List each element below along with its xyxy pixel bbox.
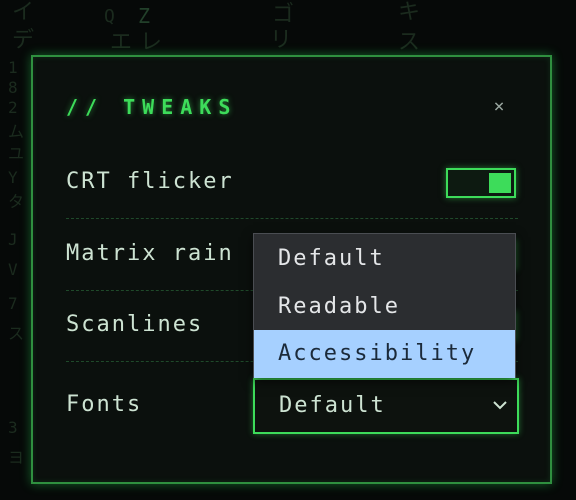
rain-glyph: 2 — [8, 98, 18, 117]
rain-glyph: ゴ — [272, 2, 295, 27]
rain-glyph: デ — [12, 28, 35, 53]
panel-title: // TWEAKS — [66, 95, 238, 119]
fonts-option-default[interactable]: Default — [254, 235, 515, 283]
rain-glyph: ス — [8, 324, 25, 343]
crt-flicker-toggle[interactable] — [446, 168, 516, 198]
rain-glyph: 1 — [8, 58, 18, 77]
matrix-rain-label: Matrix rain — [66, 241, 234, 266]
rain-glyph: ム — [8, 122, 25, 141]
rain-glyph: 8 — [8, 78, 18, 97]
fonts-option-readable[interactable]: Readable — [254, 283, 515, 331]
fonts-option-accessibility[interactable]: Accessibility — [254, 330, 515, 378]
rain-glyph: J — [8, 230, 18, 249]
rain-glyph: 7 — [8, 294, 18, 313]
rain-glyph: キ — [398, 0, 421, 25]
rain-glyph: Z — [138, 4, 151, 28]
rain-glyph: レ — [140, 30, 163, 55]
rain-glyph: イ — [12, 0, 35, 25]
rain-glyph: エ — [110, 30, 133, 55]
rain-glyph: リ — [270, 28, 293, 53]
rain-glyph: タ — [8, 192, 25, 211]
fonts-label: Fonts — [66, 392, 143, 417]
rain-glyph: ヨ — [8, 448, 25, 467]
fonts-select-value: Default — [279, 393, 386, 418]
fonts-select[interactable]: Default — [253, 378, 519, 434]
rain-glyph: Y — [8, 168, 18, 187]
scanlines-label: Scanlines — [66, 312, 204, 337]
rain-glyph: Q — [104, 6, 115, 27]
fonts-dropdown-menu: Default Readable Accessibility — [253, 233, 516, 378]
rain-glyph: ス — [398, 30, 421, 55]
chevron-down-icon — [493, 401, 507, 410]
crt-flicker-label: CRT flicker — [66, 169, 234, 194]
rain-glyph: ユ — [8, 144, 25, 163]
rain-glyph: 3 — [8, 418, 18, 437]
rain-glyph: V — [8, 260, 18, 279]
divider — [66, 218, 518, 219]
close-icon[interactable]: × — [489, 97, 509, 117]
toggle-knob — [489, 173, 511, 193]
